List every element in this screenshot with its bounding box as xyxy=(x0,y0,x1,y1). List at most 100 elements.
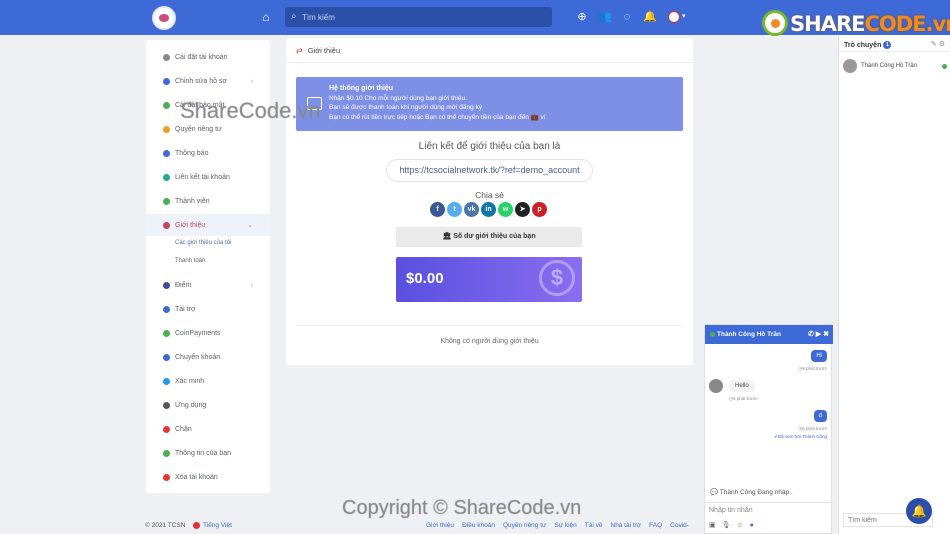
banner-text: Nhận $0.10 Cho mỗi người dùng bạn giới t… xyxy=(329,95,467,102)
search-input[interactable] xyxy=(302,10,542,24)
megaphone-icon xyxy=(163,305,170,313)
color-picker-icon[interactable]: ● xyxy=(750,522,760,529)
page-title: Giới thiệu xyxy=(307,45,341,55)
sidebar-item-label: Xóa tài khoản xyxy=(175,473,218,481)
watermark: ShareCode.vn xyxy=(180,98,321,123)
video-icon[interactable]: ▶ xyxy=(816,331,821,338)
bell-icon[interactable]: 🔔 xyxy=(643,10,657,24)
sidebar-item-8[interactable]: Giới thiệu ⌄ xyxy=(146,214,270,236)
footer-links: Giới thiệu Điều khoản Quyền riêng tư Sự kiệ… xyxy=(426,522,697,529)
banner-title: Hệ thống giới thiệu xyxy=(329,85,394,92)
sidebar-item-11[interactable]: CoinPayments xyxy=(146,322,270,344)
users-icon[interactable]: 👥 xyxy=(598,10,612,24)
sidebar-item-12[interactable]: Chuyển khoản xyxy=(146,346,270,368)
referral-link-field[interactable]: https://tcsocialnetwork.tk/?ref=demo_acc… xyxy=(386,159,593,182)
search-icon: ⌕ xyxy=(291,11,297,22)
sidebar-item-10[interactable]: Tài trợ xyxy=(146,298,270,320)
microphone-icon[interactable]: 🎙 xyxy=(722,522,737,529)
avatar xyxy=(709,379,723,393)
sidebar-item-label: Ứng dụng xyxy=(175,401,207,409)
plus-circle-icon[interactable]: ⊕ xyxy=(575,10,589,24)
divider xyxy=(296,325,683,326)
sidebar-item-9[interactable]: Điểm › xyxy=(146,274,270,296)
messenger-icon[interactable]: ◌ xyxy=(620,10,634,24)
chat-sidebar-tools: ✎ ⚙ xyxy=(931,40,945,48)
message-outgoing: d xyxy=(813,410,827,422)
sidebar-item-13[interactable]: Xác minh xyxy=(146,370,270,392)
image-icon[interactable]: ▣ xyxy=(709,522,722,529)
sidebar-subitem-1[interactable]: Các giới thiệu của tôi xyxy=(175,240,231,246)
footer-link[interactable]: Nhà tài trợ xyxy=(611,522,642,529)
whatsapp-icon[interactable]: w xyxy=(498,202,513,217)
sidebar-item-1[interactable]: Cài đặt tài khoản xyxy=(146,46,270,68)
chat-header[interactable]: Thành Công Hồ Trần ✆ ▶ ✖ xyxy=(705,325,833,344)
sidebar-item-label: Liên kết tài khoản xyxy=(175,173,230,181)
sidebar-item-14[interactable]: Ứng dụng xyxy=(146,394,270,416)
lock-icon xyxy=(163,125,170,133)
sidebar-item-label: CoinPayments xyxy=(175,329,221,337)
message-input[interactable]: Nhập tin nhắn xyxy=(709,507,753,514)
chat-contact-name: Thành Công Hồ Trần xyxy=(717,331,781,338)
phone-icon[interactable]: ✆ xyxy=(808,331,814,338)
sidebar-item-7[interactable]: Thành viên xyxy=(146,190,270,212)
user-icon xyxy=(163,77,170,85)
online-status-dot xyxy=(710,332,715,337)
gear-icon xyxy=(163,53,170,61)
sidebar-item-2[interactable]: Chỉnh sửa hồ sơ › xyxy=(146,70,270,92)
online-user[interactable]: Thành Công Hồ Trần xyxy=(843,59,947,73)
balance-card: $0.00 $ xyxy=(396,257,582,302)
sidebar-item-6[interactable]: Liên kết tài khoản xyxy=(146,166,270,188)
trophy-icon xyxy=(163,281,170,289)
trash-icon xyxy=(163,473,170,481)
sidebar-item-label: Thành viên xyxy=(175,197,210,205)
site-logo[interactable] xyxy=(152,6,176,30)
gear-icon[interactable]: ⚙ xyxy=(939,41,945,48)
referral-balance-button[interactable]: 🏛 Số dư giới thiệu của bạn xyxy=(396,227,582,247)
sidebar-item-label: Chỉnh sửa hồ sơ xyxy=(175,77,228,85)
footer-link[interactable]: Covid- xyxy=(670,522,689,529)
banner-text: Bạn có thể rút tiền trực tiếp hoặc Bạn c… xyxy=(329,114,546,121)
chat-sidebar: Trò chuyện 1 ✎ ⚙ Thành Công Hồ Trần xyxy=(838,35,950,534)
chevron-icon: ⌄ xyxy=(247,222,253,229)
footer-link[interactable]: Giới thiệu xyxy=(426,522,454,529)
notification-bell-icon[interactable]: 🔔 xyxy=(906,498,932,524)
chat-composer: Nhập tin nhắn ▣🎙☺● xyxy=(705,502,833,534)
file-icon xyxy=(163,449,170,457)
facebook-icon[interactable]: f xyxy=(430,202,445,217)
close-icon[interactable]: ✖ xyxy=(823,331,829,338)
flag-icon xyxy=(193,522,200,529)
exchange-icon: ⇄ xyxy=(296,45,303,55)
typing-indicator: 💬 Thành Công Đang nhập . xyxy=(710,489,793,496)
check-badge-icon xyxy=(163,377,170,385)
avatar[interactable] xyxy=(668,11,680,23)
sidebar-item-15[interactable]: Chặn xyxy=(146,418,270,440)
sidebar-subitem-2[interactable]: Thanh toán xyxy=(175,258,205,264)
footer-link[interactable]: Tài về xyxy=(585,522,603,529)
footer-link[interactable]: FAQ xyxy=(649,522,662,529)
twitter-icon[interactable]: t xyxy=(447,202,462,217)
footer-link[interactable]: Quyền riêng tư xyxy=(503,522,546,529)
sidebar-item-label: Chuyển khoản xyxy=(175,353,221,361)
emoji-icon[interactable]: ☺ xyxy=(737,522,750,529)
home-icon[interactable]: ⌂ xyxy=(259,10,273,24)
sidebar-item-5[interactable]: Thông báo xyxy=(146,142,270,164)
footer-link[interactable]: Điều khoản xyxy=(462,522,495,529)
shield-icon xyxy=(163,101,170,109)
edit-icon[interactable]: ✎ xyxy=(931,41,937,48)
chat-bubble-icon: 💬 xyxy=(710,489,720,496)
language-selector[interactable]: Tiếng Việt xyxy=(193,522,232,529)
sidebar-item-17[interactable]: Xóa tài khoản xyxy=(146,466,270,488)
telegram-icon[interactable]: ➤ xyxy=(515,202,530,217)
empty-state-text: Không có người dùng giới thiệu xyxy=(440,338,539,345)
vk-icon[interactable]: vk xyxy=(464,202,479,217)
chat-sidebar-title: Trò chuyện 1 xyxy=(844,41,892,49)
pinterest-icon[interactable]: p xyxy=(532,202,547,217)
linkedin-icon[interactable]: in xyxy=(481,202,496,217)
footer-link[interactable]: Sự kiện xyxy=(554,522,576,529)
sidebar-item-label: Xác minh xyxy=(175,377,205,385)
search-box[interactable]: ⌕ xyxy=(285,7,552,27)
sidebar-item-16[interactable]: Thông tin của bạn xyxy=(146,442,270,464)
id-card-icon xyxy=(163,197,170,205)
chevron-down-icon[interactable]: ▾ xyxy=(682,12,686,20)
bank-icon xyxy=(163,353,170,361)
